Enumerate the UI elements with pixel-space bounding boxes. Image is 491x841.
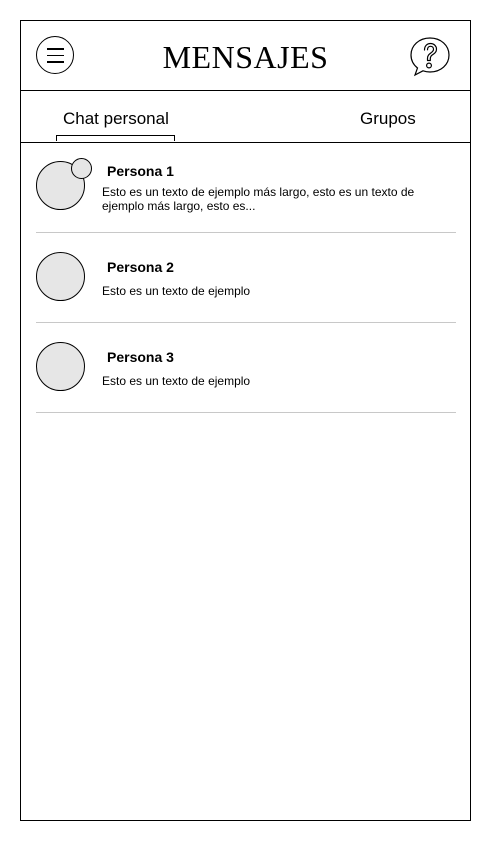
help-chat-bubble-icon: [410, 37, 450, 77]
chat-list-item[interactable]: Persona 2 Esto es un texto de ejemplo: [36, 233, 456, 323]
chat-list-item[interactable]: Persona 3 Esto es un texto de ejemplo: [36, 323, 456, 413]
list-separator: [36, 412, 456, 413]
chat-name: Persona 3: [107, 349, 174, 365]
header-divider: [21, 90, 470, 91]
chat-preview: Esto es un texto de ejemplo: [102, 284, 251, 298]
help-button[interactable]: [408, 35, 452, 79]
tab-grupos[interactable]: Grupos: [360, 109, 416, 129]
chat-preview: Esto es un texto de ejemplo más largo, e…: [102, 185, 415, 213]
chat-name: Persona 2: [107, 259, 174, 275]
active-tab-indicator: [56, 135, 175, 141]
avatar: [36, 342, 85, 391]
tab-chat-personal[interactable]: Chat personal: [63, 109, 169, 129]
chat-list-item[interactable]: Persona 1 Esto es un texto de ejemplo má…: [36, 143, 456, 233]
chat-name: Persona 1: [107, 163, 174, 179]
page-title: MENSAJES: [162, 39, 329, 75]
avatar: [36, 252, 85, 301]
app-frame: MENSAJES Chat personal Grupos Persona 1 …: [20, 20, 471, 821]
chat-preview: Esto es un texto de ejemplo: [102, 374, 251, 388]
status-badge: [71, 158, 92, 179]
